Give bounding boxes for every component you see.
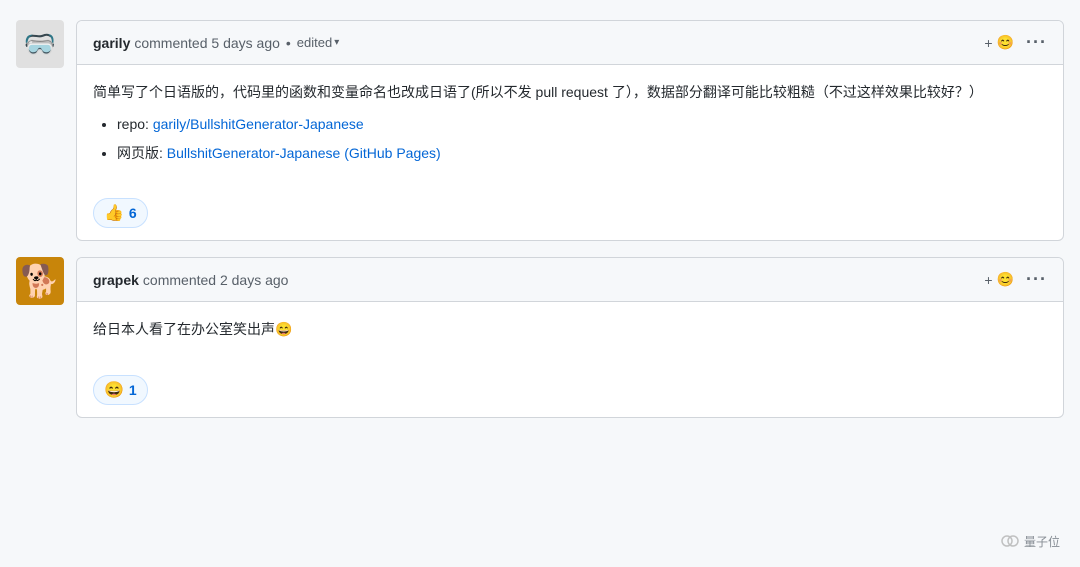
comment-reactions-2: 😄 1 [77,367,1063,417]
reaction-thumbsup[interactable]: 👍 6 [93,198,148,228]
page-container: 🥽 garily commented 5 days ago • edited ▾ [0,0,1080,567]
comment-thread: 🥽 garily commented 5 days ago • edited ▾ [16,20,1064,418]
comment-body-1: 简单写了个日语版的，代码里的函数和变量命名也改成日语了(所以不发 pull re… [77,65,1063,190]
thumbsup-emoji: 👍 [104,203,124,223]
comment-header-1: garily commented 5 days ago • edited ▾ + [77,21,1063,65]
reaction-smile[interactable]: 😄 1 [93,375,148,405]
watermark-logo-icon [1000,531,1020,551]
link-label-repo: repo: [117,116,153,132]
comment-box-2: grapek commented 2 days ago + 😊 ··· [76,257,1064,417]
comment-box-1: garily commented 5 days ago • edited ▾ + [76,20,1064,241]
plus-label-2: + [984,272,992,288]
plus-label-1: + [984,35,992,51]
reaction-count-1: 6 [129,205,137,221]
comment-wrapper-1: 🥽 garily commented 5 days ago • edited ▾ [16,20,1064,241]
add-reaction-button-1[interactable]: + 😊 [984,34,1014,51]
link-repo[interactable]: garily/BullshitGenerator-Japanese [153,116,364,132]
comment-text-2: 给日本人看了在办公室笑出声😄 [93,318,1047,340]
comment-header-left-1: garily commented 5 days ago • edited ▾ [93,35,339,51]
link-label-webpage: 网页版: [117,145,167,161]
avatar-grapek: 🐕 [16,257,64,305]
comment-meta-2: commented 2 days ago [143,272,289,288]
edited-badge-1[interactable]: edited ▾ [297,35,339,50]
comment-header-left-2: grapek commented 2 days ago [93,272,288,288]
link-item-repo: repo: garily/BullshitGenerator-Japanese [117,113,1047,135]
comment-reactions-1: 👍 6 [77,190,1063,240]
link-webpage[interactable]: BullshitGenerator-Japanese (GitHub Pages… [167,145,441,161]
dot-separator-1: • [286,35,291,51]
reaction-count-2: 1 [129,382,137,398]
comment-header-2: grapek commented 2 days ago + 😊 ··· [77,258,1063,302]
add-reaction-button-2[interactable]: + 😊 [984,271,1014,288]
edited-label: edited [297,35,332,50]
comment-header-right-1: + 😊 ··· [984,32,1047,53]
comment-author-2[interactable]: grapek [93,272,139,288]
comment-header-right-2: + 😊 ··· [984,269,1047,290]
chevron-down-icon: ▾ [334,37,339,48]
watermark: 量子位 [1000,531,1060,551]
watermark-text: 量子位 [1024,533,1060,550]
comment-links-list-1: repo: garily/BullshitGenerator-Japanese … [117,113,1047,164]
link-item-webpage: 网页版: BullshitGenerator-Japanese (GitHub … [117,142,1047,164]
emoji-icon-2: 😊 [997,271,1014,288]
comment-text-1: 简单写了个日语版的，代码里的函数和变量命名也改成日语了(所以不发 pull re… [93,81,1047,103]
comment-meta-1: commented 5 days ago [134,35,280,51]
more-button-1[interactable]: ··· [1026,32,1047,53]
emoji-icon-1: 😊 [997,34,1014,51]
comment-body-2: 给日本人看了在办公室笑出声😄 [77,302,1063,366]
comment-author-1[interactable]: garily [93,35,130,51]
smile-emoji: 😄 [104,380,124,400]
avatar-garily: 🥽 [16,20,64,68]
comment-wrapper-2: 🐕 grapek commented 2 days ago + 😊 [16,257,1064,417]
more-button-2[interactable]: ··· [1026,269,1047,290]
